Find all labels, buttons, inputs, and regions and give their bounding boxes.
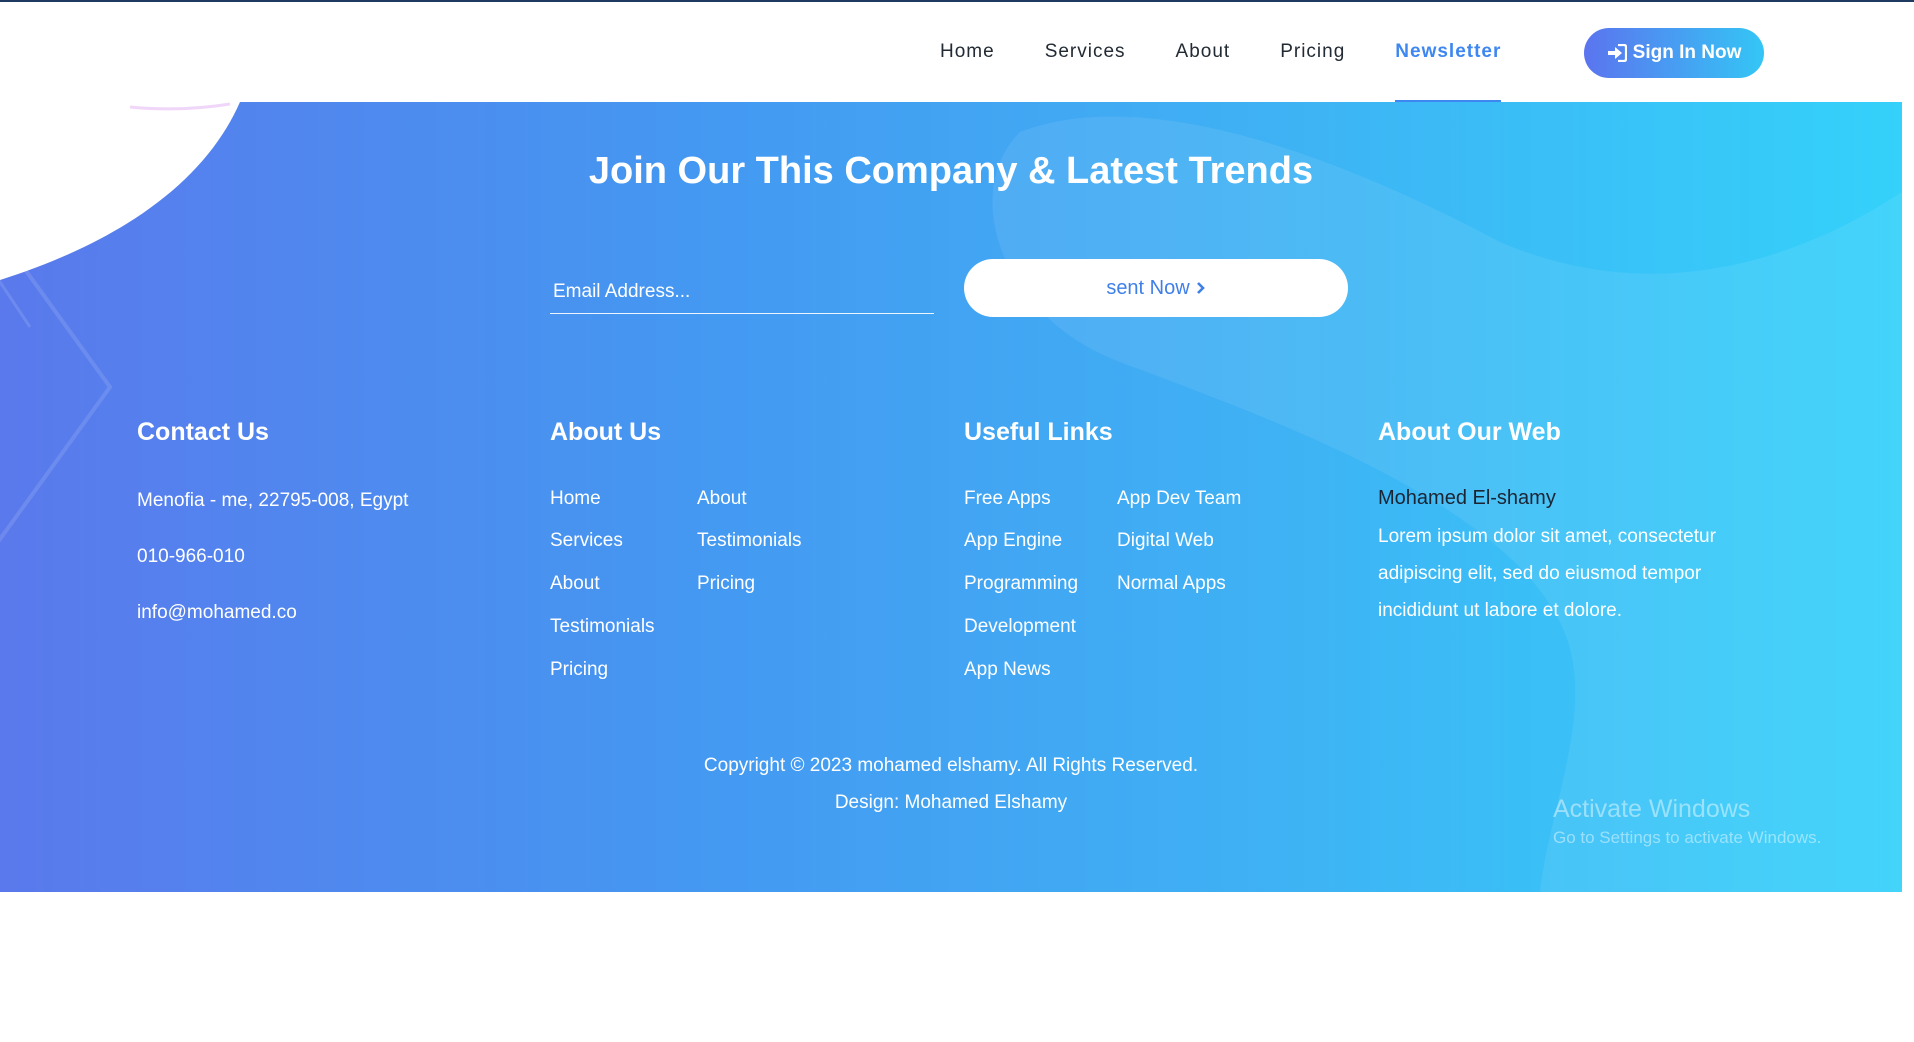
sign-in-button[interactable]: Sign In Now (1584, 28, 1764, 78)
about-link-testimonials-2[interactable]: Testimonials (697, 530, 802, 552)
about-link-pricing-2[interactable]: Pricing (697, 573, 755, 595)
nav-menu: Home Services About Pricing Newsletter (940, 2, 1551, 102)
useful-link-app-news[interactable]: App News (964, 659, 1051, 681)
sign-in-label: Sign In Now (1632, 42, 1742, 63)
useful-link-development[interactable]: Development (964, 616, 1076, 638)
useful-links-title: Useful Links (964, 418, 1113, 446)
about-web-text: Lorem ipsum dolor sit amet, consectetur … (1378, 526, 1716, 621)
contact-email: info@mohamed.co (137, 602, 297, 623)
nav-link-about[interactable]: About (1176, 2, 1231, 102)
about-link-services[interactable]: Services (550, 530, 623, 552)
contact-title: Contact Us (137, 418, 269, 446)
copyright-text: Copyright © 2023 mohamed elshamy. All Ri… (703, 755, 1199, 776)
useful-link-programming[interactable]: Programming (964, 573, 1078, 595)
activate-windows-title: Activate Windows (1553, 795, 1751, 823)
contact-phone: 010-966-010 (137, 546, 245, 567)
useful-link-app-dev-team[interactable]: App Dev Team (1117, 488, 1241, 510)
about-link-pricing[interactable]: Pricing (550, 659, 608, 681)
about-link-about[interactable]: About (550, 573, 600, 595)
contact-address: Menofia - me, 22795-008, Egypt (137, 490, 409, 511)
author-name: Mohamed El-shamy (1378, 487, 1556, 509)
chevron-right-icon (1196, 281, 1206, 295)
about-us-title: About Us (550, 418, 662, 446)
about-link-about-2[interactable]: About (697, 488, 747, 510)
newsletter-footer-section: Join Our This Company & Latest Trends se… (0, 102, 1902, 892)
useful-link-digital-web[interactable]: Digital Web (1117, 530, 1214, 552)
nav-link-pricing[interactable]: Pricing (1280, 2, 1345, 102)
nav-link-home[interactable]: Home (940, 2, 995, 102)
nav-link-newsletter[interactable]: Newsletter (1395, 2, 1502, 102)
sign-in-icon (1607, 44, 1627, 62)
nav-link-services[interactable]: Services (1045, 2, 1126, 102)
about-web-title: About Our Web (1378, 418, 1561, 446)
about-link-home[interactable]: Home (550, 488, 601, 510)
about-link-testimonials[interactable]: Testimonials (550, 616, 655, 638)
activate-windows-subtitle: Go to Settings to activate Windows. (1553, 828, 1822, 847)
useful-link-free-apps[interactable]: Free Apps (964, 488, 1051, 510)
send-now-button[interactable]: sent Now (964, 259, 1348, 317)
useful-link-normal-apps[interactable]: Normal Apps (1117, 573, 1226, 595)
useful-link-app-engine[interactable]: App Engine (964, 530, 1062, 552)
navbar: Home Services About Pricing Newsletter S… (0, 2, 1914, 102)
send-now-label: sent Now (1106, 276, 1190, 299)
email-input[interactable] (550, 270, 934, 314)
newsletter-title: Join Our This Company & Latest Trends (588, 150, 1314, 192)
